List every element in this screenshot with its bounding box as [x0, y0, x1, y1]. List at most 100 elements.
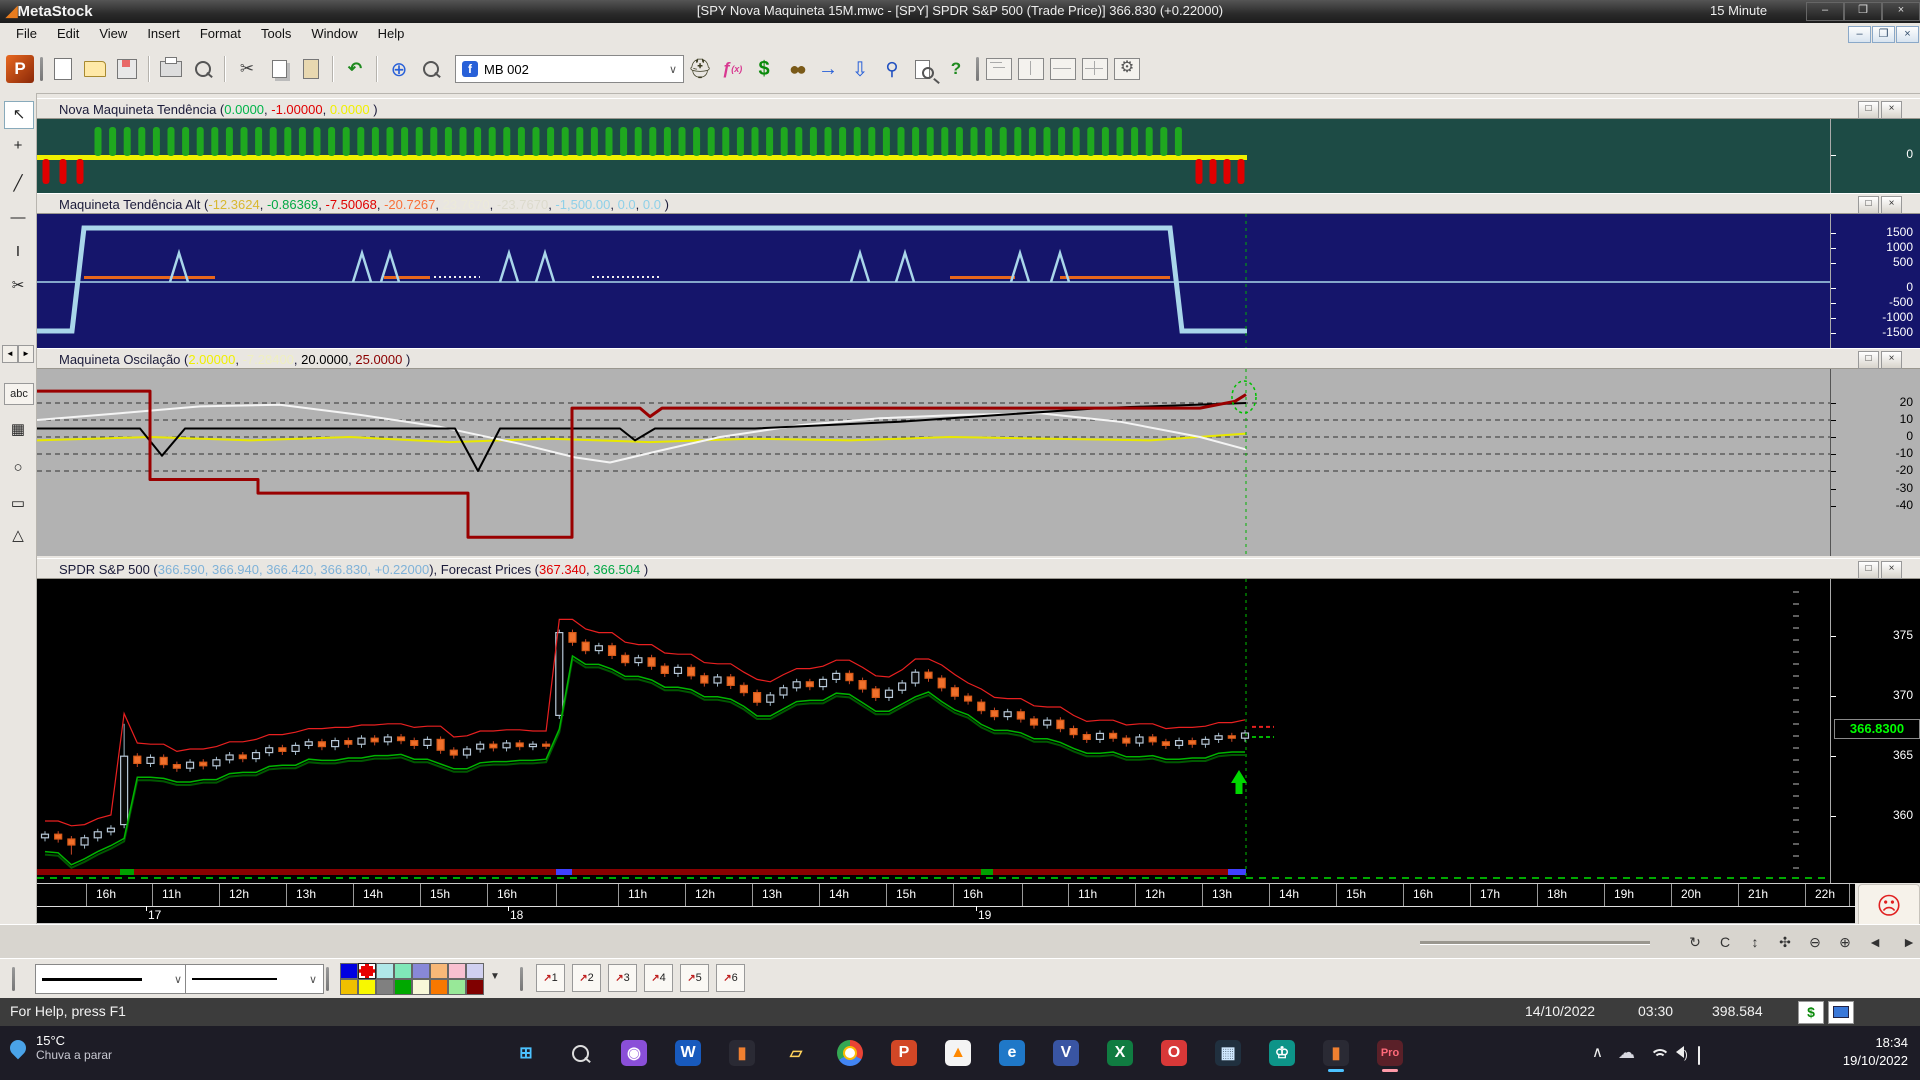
- tray-chevron-icon[interactable]: ∧: [1592, 1043, 1603, 1061]
- report-button[interactable]: [910, 55, 938, 83]
- restore-button[interactable]: ❐: [1844, 2, 1882, 21]
- child-close-button[interactable]: ×: [1896, 26, 1919, 43]
- print-button[interactable]: [157, 55, 185, 83]
- monitor-status-icon[interactable]: [1828, 1001, 1854, 1024]
- menu-insert[interactable]: Insert: [137, 23, 190, 44]
- chart-template-button-2[interactable]: ↗2: [572, 964, 601, 992]
- scroll-next-button[interactable]: ►: [18, 345, 34, 363]
- trendline-tool[interactable]: ╱: [4, 171, 32, 197]
- menu-window[interactable]: Window: [301, 23, 367, 44]
- tile-horizontal-button[interactable]: [1050, 58, 1076, 80]
- menu-edit[interactable]: Edit: [47, 23, 89, 44]
- panel-close-button[interactable]: ×: [1881, 101, 1902, 119]
- panel-restore-button[interactable]: □: [1858, 351, 1879, 369]
- minimize-button[interactable]: –: [1806, 2, 1844, 21]
- color-swatch[interactable]: [412, 963, 430, 979]
- horizontal-line-tool[interactable]: —: [4, 205, 32, 231]
- color-swatch[interactable]: [412, 979, 430, 995]
- color-swatch[interactable]: [430, 979, 448, 995]
- panel-close-button[interactable]: ×: [1881, 561, 1902, 579]
- zoom-in-button[interactable]: ⊕: [1832, 930, 1858, 954]
- refresh-button[interactable]: ↻: [1682, 930, 1708, 954]
- color-swatch[interactable]: [376, 963, 394, 979]
- excel-app[interactable]: X: [1100, 1033, 1140, 1073]
- explorer-button[interactable]: ⛑: [686, 55, 714, 83]
- color-swatch[interactable]: [340, 979, 358, 995]
- opera-browser[interactable]: O: [1154, 1033, 1194, 1073]
- scroll-prev-button[interactable]: ◄: [2, 345, 18, 363]
- start-button[interactable]: ⊞: [506, 1033, 546, 1073]
- color-swatch[interactable]: [394, 963, 412, 979]
- save-button[interactable]: [113, 55, 141, 83]
- chess-app[interactable]: ♔: [1262, 1033, 1302, 1073]
- copy-button[interactable]: [265, 55, 293, 83]
- scroll-left-button[interactable]: ◄: [1862, 930, 1888, 954]
- pan-button[interactable]: ✣: [1772, 930, 1798, 954]
- time-axis[interactable]: 16h11h12h13h14h15h16h11h12h13h14h15h16h1…: [37, 883, 1855, 924]
- pointer-tool[interactable]: ↖: [4, 101, 34, 129]
- menu-view[interactable]: View: [89, 23, 137, 44]
- vlc-app[interactable]: ▲: [938, 1033, 978, 1073]
- chart-template-button-5[interactable]: ↗5: [680, 964, 709, 992]
- indicator-builder-button[interactable]: ƒ(x): [718, 55, 746, 83]
- new-chart-button[interactable]: [49, 55, 77, 83]
- zoom-select-button[interactable]: [417, 55, 445, 83]
- zoom-out-button[interactable]: ⊖: [1802, 930, 1828, 954]
- cut-button[interactable]: ✂: [233, 55, 261, 83]
- panel-restore-button[interactable]: □: [1858, 101, 1879, 119]
- color-swatch[interactable]: [448, 963, 466, 979]
- metastock-running-app[interactable]: ▮: [1316, 1033, 1356, 1073]
- open-button[interactable]: [81, 55, 109, 83]
- cascade-windows-button[interactable]: [986, 58, 1012, 80]
- panel-close-button[interactable]: ×: [1881, 351, 1902, 369]
- dollar-status-icon[interactable]: $: [1798, 1001, 1824, 1024]
- search-button[interactable]: [560, 1033, 600, 1073]
- panel-plot-maquineta-oscilacao[interactable]: 20100-10-20-30-40: [37, 369, 1920, 556]
- menu-format[interactable]: Format: [190, 23, 251, 44]
- tile-grid-button[interactable]: [1082, 58, 1108, 80]
- text-cursor-tool[interactable]: I: [4, 239, 32, 265]
- chart-template-button-4[interactable]: ↗4: [644, 964, 673, 992]
- menu-file[interactable]: File: [6, 23, 47, 44]
- workspace-options-button[interactable]: ⚙: [1114, 58, 1140, 80]
- chrome-browser[interactable]: [830, 1033, 870, 1073]
- downloader-button[interactable]: ⇩: [846, 55, 874, 83]
- color-swatch[interactable]: [376, 979, 394, 995]
- calculator-app[interactable]: ▦: [1208, 1033, 1248, 1073]
- color-swatch[interactable]: [394, 979, 412, 995]
- crosshair-tool[interactable]: +: [4, 133, 32, 159]
- visio-app[interactable]: V: [1046, 1033, 1086, 1073]
- scan-button[interactable]: ●●: [782, 55, 810, 83]
- menu-help[interactable]: Help: [368, 23, 415, 44]
- color-swatch[interactable]: [430, 963, 448, 979]
- color-swatch[interactable]: [466, 979, 484, 995]
- panel-plot-spdr-sp500[interactable]: 375370365360: [37, 579, 1920, 883]
- color-swatch[interactable]: [448, 979, 466, 995]
- crosshair-button[interactable]: ⊕: [385, 55, 413, 83]
- microscope-button[interactable]: ⚲: [878, 55, 906, 83]
- color-swatch[interactable]: [340, 963, 358, 979]
- child-restore-button[interactable]: ❐: [1872, 26, 1895, 43]
- panel-restore-button[interactable]: □: [1858, 561, 1879, 579]
- line-weight-dropdown[interactable]: ∨: [185, 964, 324, 994]
- delete-tool[interactable]: ✂: [4, 273, 32, 299]
- scroll-right-button[interactable]: ►: [1896, 930, 1920, 954]
- file-explorer[interactable]: ▱: [776, 1033, 816, 1073]
- chart-template-button-6[interactable]: ↗6: [716, 964, 745, 992]
- color-swatch[interactable]: [358, 963, 376, 979]
- volume-icon[interactable]: ): [1676, 1045, 1688, 1062]
- panel-close-button[interactable]: ×: [1881, 196, 1902, 214]
- system-tester-button[interactable]: $: [750, 55, 778, 83]
- vertical-scale-button[interactable]: ↕: [1742, 930, 1768, 954]
- taskbar-clock[interactable]: 18:34 19/10/2022: [1843, 1034, 1908, 1070]
- metastock-pinned-app[interactable]: ▮: [722, 1033, 762, 1073]
- rectangle-tool[interactable]: ▭: [4, 491, 32, 517]
- line-style-dropdown[interactable]: ∨: [35, 964, 189, 994]
- clipchamp-app[interactable]: ◉: [614, 1033, 654, 1073]
- chart-template-button-1[interactable]: ↗1: [536, 964, 565, 992]
- context-help-button[interactable]: ?: [942, 55, 970, 83]
- tile-vertical-button[interactable]: [1018, 58, 1044, 80]
- word-app[interactable]: W: [668, 1033, 708, 1073]
- grid-icon[interactable]: ▦: [4, 417, 32, 443]
- forecast-button[interactable]: →: [814, 55, 842, 83]
